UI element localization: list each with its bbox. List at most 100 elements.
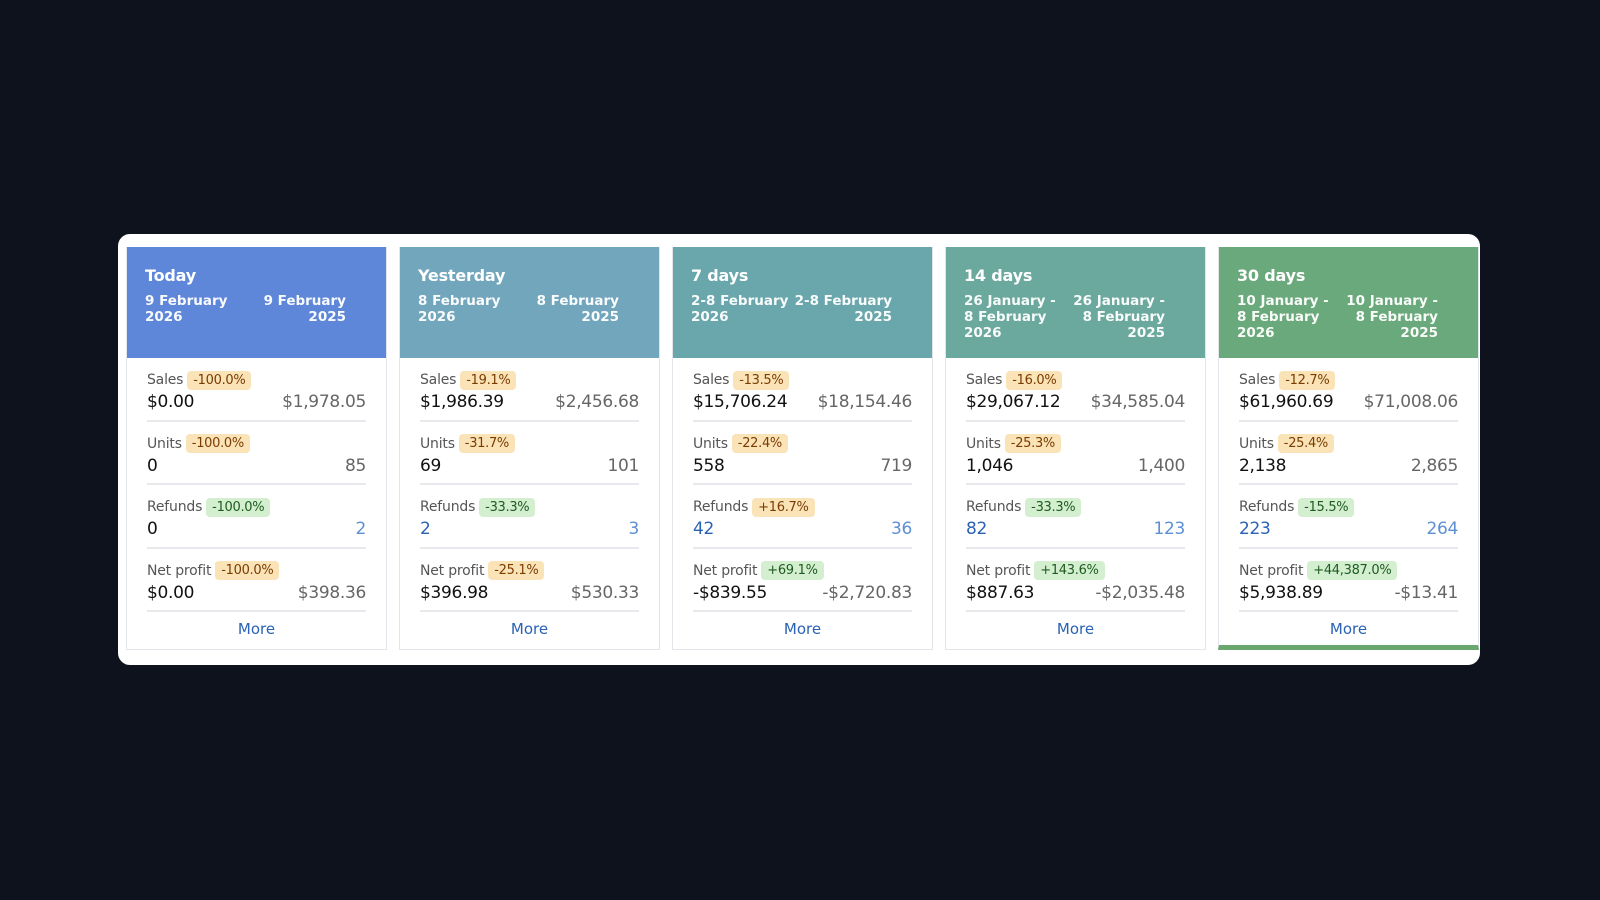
more-link[interactable]: More (147, 620, 366, 638)
metric-label: Sales (147, 372, 184, 388)
period-title: Today (145, 266, 196, 285)
date-range: 2-8 February 2026 2-8 February 2025 (691, 293, 914, 325)
change-badge: -100.0% (206, 497, 271, 517)
change-badge: -22.4% (731, 434, 788, 453)
previous-value-link[interactable]: 2 (355, 519, 366, 539)
current-value: $15,706.24 (693, 392, 788, 412)
previous-value: 719 (880, 455, 912, 476)
previous-value: $530.33 (570, 582, 640, 603)
current-value: $1,986.39 (420, 392, 504, 412)
metric-label: Units (1239, 435, 1274, 452)
previous-value: $2,456.68 (555, 392, 639, 412)
card-header: Yesterday 8 February 2026 8 February 202… (400, 247, 659, 358)
date-previous: 2-8 February 2025 (794, 293, 892, 325)
change-badge: -13.5% (733, 370, 790, 390)
previous-value: 1,400 (1137, 455, 1185, 476)
change-badge: -12.7% (1279, 370, 1336, 390)
metric-label: Sales (1239, 372, 1276, 388)
current-value: $5,938.89 (1239, 582, 1323, 603)
current-value: $61,960.69 (1239, 392, 1334, 412)
period-title: 7 days (691, 266, 749, 285)
previous-value-link[interactable]: 36 (891, 519, 912, 539)
previous-value: 85 (344, 455, 366, 476)
current-value: 69 (420, 455, 442, 476)
previous-value-link[interactable]: 3 (628, 519, 639, 539)
metric-label: Net profit (1239, 562, 1304, 579)
date-current: 9 February 2026 (145, 293, 228, 325)
change-badge: -16.0% (1006, 370, 1063, 390)
current-value-link[interactable]: 2 (420, 519, 431, 539)
metric-net-profit: Net profit -100.0% $0.00 $398.36 (147, 549, 366, 612)
current-value: $396.98 (420, 582, 489, 603)
metrics-list: Sales -13.5% $15,706.24 $18,154.46 Units -2… (673, 358, 932, 638)
period-card-30-days: 30 days 10 January - 8 February 2026 10 … (1218, 247, 1479, 650)
metric-label: Sales (420, 372, 457, 388)
change-badge: -100.0% (185, 434, 250, 453)
change-badge: -25.1% (488, 561, 545, 580)
metric-label: Net profit (966, 562, 1031, 579)
metric-units: Units -31.7% 69 101 (420, 422, 639, 485)
metric-label: Net profit (420, 562, 485, 579)
change-badge: +44,387.0% (1307, 561, 1398, 580)
dashboard-panel: Today 9 February 2026 9 February 2025 Sa… (118, 234, 1480, 665)
metric-label: Net profit (147, 562, 212, 579)
date-range: 26 January - 8 February 2026 26 January … (964, 293, 1187, 341)
change-badge: -25.3% (1004, 434, 1061, 453)
date-current: 8 February 2026 (418, 293, 501, 325)
previous-value: -$13.41 (1394, 582, 1458, 603)
metric-label: Units (420, 435, 455, 452)
date-previous: 8 February 2025 (536, 293, 619, 325)
date-previous: 9 February 2025 (263, 293, 346, 325)
metric-label: Units (147, 435, 182, 452)
date-current: 10 January - 8 February 2026 (1237, 293, 1329, 341)
current-value: -$839.55 (693, 582, 768, 603)
metrics-list: Sales -16.0% $29,067.12 $34,585.04 Units -2… (946, 358, 1205, 638)
date-range: 8 February 2026 8 February 2025 (418, 293, 641, 325)
more-link[interactable]: More (966, 620, 1185, 638)
change-badge: +69.1% (761, 561, 824, 580)
metric-refunds: Refunds -15.5% 223 264 (1239, 485, 1458, 549)
period-card-14-days: 14 days 26 January - 8 February 2026 26 … (945, 247, 1206, 650)
card-header: 14 days 26 January - 8 February 2026 26 … (946, 247, 1205, 358)
card-header: 30 days 10 January - 8 February 2026 10 … (1219, 247, 1478, 358)
current-value-link[interactable]: 223 (1239, 519, 1271, 539)
metric-units: Units -25.3% 1,046 1,400 (966, 422, 1185, 485)
current-value-link[interactable]: 42 (693, 519, 714, 539)
change-badge: -25.4% (1277, 434, 1334, 453)
metric-label: Refunds (1239, 499, 1295, 515)
previous-value-link[interactable]: 123 (1153, 519, 1185, 539)
metric-label: Sales (966, 372, 1003, 388)
more-link[interactable]: More (420, 620, 639, 638)
change-badge: -33.3% (1025, 497, 1082, 517)
metric-units: Units -100.0% 0 85 (147, 422, 366, 485)
more-link[interactable]: More (693, 620, 912, 638)
metric-sales: Sales -16.0% $29,067.12 $34,585.04 (966, 358, 1185, 422)
more-link[interactable]: More (1239, 620, 1458, 638)
metric-label: Refunds (147, 499, 203, 515)
metric-sales: Sales -19.1% $1,986.39 $2,456.68 (420, 358, 639, 422)
metric-net-profit: Net profit +143.6% $887.63 -$2,035.48 (966, 549, 1185, 612)
change-badge: -100.0% (187, 370, 252, 390)
current-value: $887.63 (966, 582, 1035, 603)
date-range: 10 January - 8 February 2026 10 January … (1237, 293, 1460, 341)
current-value: 2,138 (1239, 455, 1287, 476)
metric-refunds: Refunds -33.3% 82 123 (966, 485, 1185, 549)
metric-net-profit: Net profit -25.1% $396.98 $530.33 (420, 549, 640, 612)
period-card-7-days: 7 days 2-8 February 2026 2-8 February 20… (672, 247, 933, 650)
metric-label: Units (693, 435, 728, 452)
period-title: 14 days (964, 266, 1033, 285)
metric-net-profit: Net profit +44,387.0% $5,938.89 -$13.41 (1239, 549, 1458, 612)
card-header: Today 9 February 2026 9 February 2025 (127, 247, 386, 358)
current-value-link[interactable]: 82 (966, 519, 987, 539)
current-value: $0.00 (147, 392, 195, 412)
date-previous: 10 January - 8 February 2025 (1346, 293, 1438, 341)
metric-label: Refunds (966, 499, 1022, 515)
metrics-list: Sales -19.1% $1,986.39 $2,456.68 Units -31.… (400, 358, 659, 638)
metric-refunds: Refunds +16.7% 42 36 (693, 485, 912, 549)
date-previous: 26 January - 8 February 2025 (1073, 293, 1165, 341)
current-value: 558 (693, 455, 725, 476)
previous-value-link[interactable]: 264 (1426, 519, 1458, 539)
metrics-list: Sales -100.0% $0.00 $1,978.05 Units -100.0%… (127, 358, 386, 638)
period-card-today: Today 9 February 2026 9 February 2025 Sa… (126, 247, 387, 650)
current-value: $0.00 (147, 582, 195, 603)
